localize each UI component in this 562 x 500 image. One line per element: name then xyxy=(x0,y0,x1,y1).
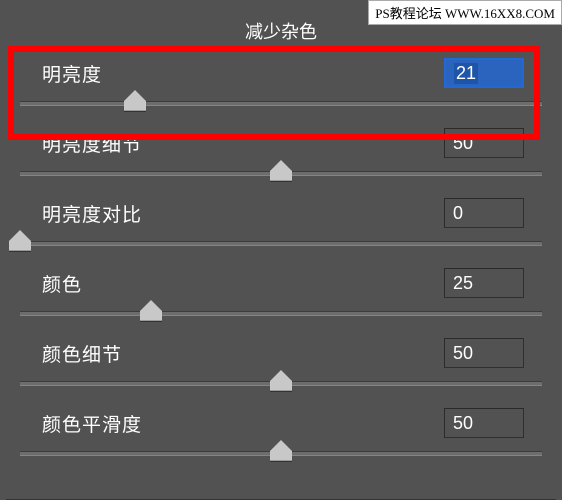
slider-value-input[interactable]: 50 xyxy=(444,338,524,368)
slider-label: 颜色 xyxy=(42,270,82,297)
slider-row: 明亮度对比 0 xyxy=(20,198,542,228)
slider-label: 明亮度 xyxy=(42,60,102,87)
noise-reduction-controls: 明亮度 21 明亮度细节 50 明亮度对比 0 颜色 25 颜色细节 50 颜色平滑度 50 xyxy=(0,58,562,478)
slider-group: 明亮度对比 0 xyxy=(20,198,542,268)
slider-group: 颜色 25 xyxy=(20,268,542,338)
slider-track-wrap[interactable] xyxy=(20,444,542,478)
slider-track[interactable] xyxy=(20,311,542,316)
slider-label: 明亮度细节 xyxy=(42,130,142,157)
slider-group: 明亮度细节 50 xyxy=(20,128,542,198)
slider-track[interactable] xyxy=(20,241,542,246)
slider-row: 颜色 25 xyxy=(20,268,542,298)
slider-group: 颜色细节 50 xyxy=(20,338,542,408)
slider-track-wrap[interactable] xyxy=(20,94,542,128)
slider-track-wrap[interactable] xyxy=(20,234,542,268)
slider-group: 明亮度 21 xyxy=(20,58,542,128)
slider-value-input[interactable]: 50 xyxy=(444,128,524,158)
slider-row: 颜色细节 50 xyxy=(20,338,542,368)
slider-track-wrap[interactable] xyxy=(20,164,542,198)
slider-value-input[interactable]: 0 xyxy=(444,198,524,228)
slider-value-input[interactable]: 50 xyxy=(444,408,524,438)
slider-row: 明亮度细节 50 xyxy=(20,128,542,158)
slider-row: 颜色平滑度 50 xyxy=(20,408,542,438)
slider-track[interactable] xyxy=(20,101,542,106)
slider-label: 颜色平滑度 xyxy=(42,410,142,437)
slider-label: 明亮度对比 xyxy=(42,200,142,227)
watermark-text: PS教程论坛 WWW.16XX8.COM xyxy=(368,0,562,25)
slider-track-wrap[interactable] xyxy=(20,374,542,408)
slider-track-wrap[interactable] xyxy=(20,304,542,338)
slider-row: 明亮度 21 xyxy=(20,58,542,88)
slider-value-input[interactable]: 21 xyxy=(444,58,524,88)
slider-value-input[interactable]: 25 xyxy=(444,268,524,298)
slider-label: 颜色细节 xyxy=(42,340,122,367)
slider-group: 颜色平滑度 50 xyxy=(20,408,542,478)
